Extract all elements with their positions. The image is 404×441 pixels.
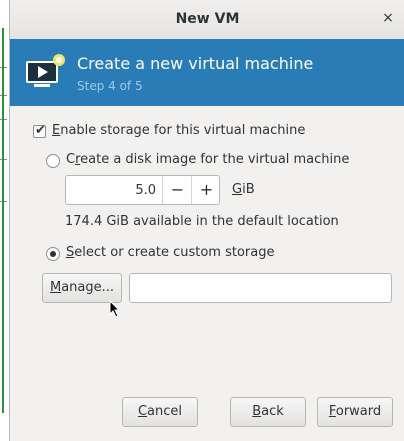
enable-storage-label[interactable]: Enable storage for this virtual machine: [52, 123, 305, 138]
disk-size-spinbox[interactable]: 5.0 − +: [65, 175, 220, 205]
label-text: C: [66, 152, 76, 167]
checkmark-icon: ✔: [35, 123, 46, 138]
enable-storage-checkbox[interactable]: ✔: [33, 123, 46, 138]
wizard-step: Step 4 of 5: [77, 79, 143, 93]
plus-icon: +: [199, 180, 214, 199]
background-accent-line: [2, 28, 4, 413]
disk-size-value[interactable]: 5.0: [66, 183, 156, 198]
close-button[interactable]: ×: [379, 9, 397, 27]
mouse-pointer-icon: [109, 300, 121, 318]
wizard-header: Create a new virtual machine Step 4 of 5: [10, 39, 404, 106]
label-text: nable storage for this virtual machine: [60, 123, 306, 138]
label-text: elect or create custom storage: [74, 245, 275, 260]
radio-selected-dot: [50, 251, 56, 257]
decrement-button[interactable]: −: [162, 176, 192, 204]
back-button[interactable]: Back: [230, 397, 306, 427]
button-label: ancel: [147, 404, 183, 419]
forward-button[interactable]: Forward: [317, 397, 393, 427]
cancel-button[interactable]: Cancel: [122, 397, 198, 427]
custom-storage-radio[interactable]: [46, 247, 60, 261]
mnemonic: B: [252, 404, 262, 419]
mnemonic: E: [52, 123, 61, 138]
mnemonic: F: [328, 404, 336, 419]
custom-storage-label[interactable]: Select or create custom storage: [66, 245, 274, 260]
disk-size-unit: GiB: [232, 182, 255, 197]
button-label: orward: [335, 404, 382, 419]
wizard-title: Create a new virtual machine: [77, 54, 314, 73]
button-label: anage...: [61, 280, 115, 295]
button-label: ack: [261, 404, 284, 419]
new-vm-dialog: New VM × Create a new virtual machine St…: [9, 0, 404, 441]
increment-button[interactable]: +: [191, 176, 219, 204]
mnemonic: M: [49, 280, 62, 295]
storage-path-input[interactable]: [129, 273, 392, 303]
create-disk-image-label[interactable]: Create a disk image for the virtual mach…: [66, 152, 349, 167]
available-space-text: 174.4 GiB available in the default locat…: [65, 214, 339, 229]
minus-icon: −: [170, 180, 185, 199]
mnemonic: G: [232, 182, 243, 197]
mnemonic: C: [137, 404, 148, 419]
window-title: New VM: [175, 11, 240, 27]
close-icon: ×: [382, 10, 394, 26]
label-text: iB: [242, 182, 255, 197]
manage-button[interactable]: Manage...: [42, 273, 122, 303]
titlebar: New VM ×: [10, 0, 404, 40]
monitor-play-icon: [26, 54, 65, 87]
create-disk-image-radio[interactable]: [46, 154, 60, 168]
label-text: eate a disk image for the virtual machin…: [80, 152, 350, 167]
